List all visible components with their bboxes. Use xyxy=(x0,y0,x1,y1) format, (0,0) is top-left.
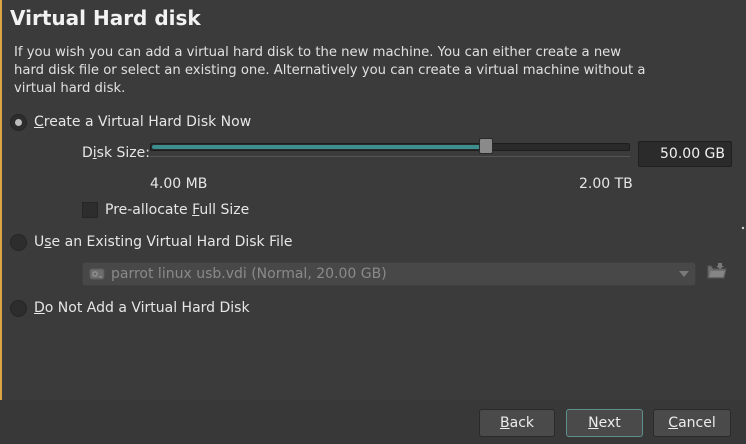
disk-size-slider-track[interactable] xyxy=(150,143,630,151)
radio-use-existing[interactable]: Use an Existing Virtual Hard Disk File xyxy=(10,233,293,251)
disk-size-slider-ticks xyxy=(150,156,630,159)
choose-disk-file-button[interactable] xyxy=(706,262,728,284)
radio-use-existing-label: Use an Existing Virtual Hard Disk File xyxy=(34,234,293,250)
back-button[interactable]: Back xyxy=(479,409,555,437)
disk-size-label: Disk Size: xyxy=(82,145,150,161)
radio-no-disk-label: Do Not Add a Virtual Hard Disk xyxy=(34,300,250,316)
radio-no-disk-indicator[interactable] xyxy=(10,299,27,317)
disk-size-input[interactable] xyxy=(638,141,732,167)
cancel-button[interactable]: Cancel xyxy=(653,409,731,437)
disk-size-slider-handle[interactable] xyxy=(479,138,493,154)
page-title: Virtual Hard disk xyxy=(10,6,201,30)
radio-create-new[interactable]: Create a Virtual Hard Disk Now xyxy=(10,113,251,131)
disk-size-max-label: 2.00 TB xyxy=(579,176,633,192)
radio-use-existing-indicator[interactable] xyxy=(10,233,27,251)
radio-create-new-label: Create a Virtual Hard Disk Now xyxy=(34,114,252,130)
next-button[interactable]: Next xyxy=(566,409,643,437)
preallocate-checkbox-row[interactable]: Pre-allocate Full Size xyxy=(82,202,249,218)
page-description: If you wish you can add a virtual hard d… xyxy=(14,45,646,96)
folder-open-icon xyxy=(707,262,727,284)
hard-disk-icon xyxy=(89,267,105,281)
disk-size-slider-fill xyxy=(152,145,486,149)
existing-disk-selected-value: parrot linux usb.vdi (Normal, 20.00 GB) xyxy=(111,266,387,282)
preallocate-label: Pre-allocate Full Size xyxy=(105,202,250,218)
chevron-down-icon xyxy=(679,271,689,277)
existing-disk-select[interactable]: parrot linux usb.vdi (Normal, 20.00 GB) xyxy=(82,262,696,286)
disk-size-min-label: 4.00 MB xyxy=(150,176,208,192)
radio-create-new-indicator[interactable] xyxy=(10,113,27,131)
resize-grip xyxy=(741,222,745,230)
radio-no-disk[interactable]: Do Not Add a Virtual Hard Disk xyxy=(10,299,250,317)
window-left-edge xyxy=(0,0,2,400)
preallocate-checkbox[interactable] xyxy=(82,202,98,218)
